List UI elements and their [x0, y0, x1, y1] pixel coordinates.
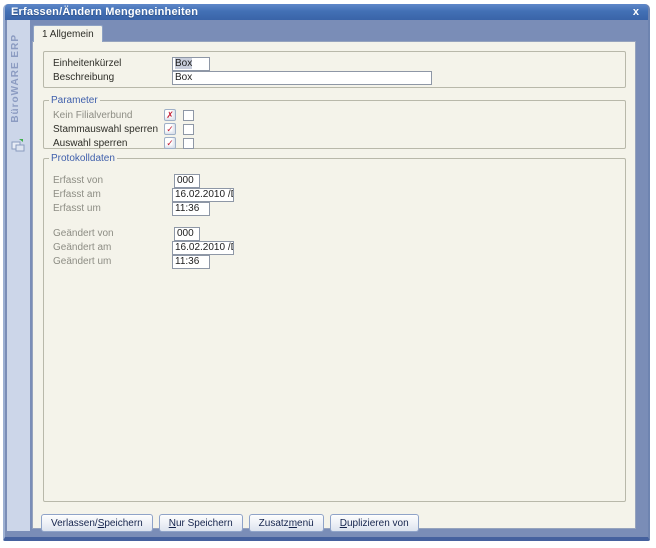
checked-state-icon[interactable]: ✓ [164, 123, 176, 135]
input-text: 16.02.2010 /Di [175, 189, 234, 200]
save-and-exit-button[interactable]: Verlassen/Speichern [41, 514, 153, 532]
close-icon[interactable]: x [630, 6, 642, 18]
created-at-input[interactable]: 11:36 [172, 202, 210, 216]
group-parameter-title: Parameter [49, 95, 100, 106]
input-text: 000 [177, 228, 194, 239]
input-text: Box [175, 72, 192, 83]
unit-code-input[interactable]: Box [172, 57, 210, 71]
crossed-state-icon[interactable]: ✗ [164, 109, 176, 121]
created-on-label: Erfasst am [53, 189, 172, 200]
spacer [44, 216, 625, 227]
param-label: Kein Filialverbund [53, 110, 164, 121]
duplicate-from-button[interactable]: Duplizieren von [330, 514, 419, 532]
selected-text: Box [175, 58, 192, 69]
extra-menu-button[interactable]: Zusatzmenü [249, 514, 324, 532]
field-row: Einheitenkürzel Box [44, 57, 625, 70]
field-row: Beschreibung Box [44, 71, 625, 84]
group-general: Einheitenkürzel Box Beschreibung Box [43, 51, 626, 88]
description-input[interactable]: Box [172, 71, 432, 85]
group-parameter: Parameter Kein Filialverbund ✗ Stammausw… [43, 95, 626, 149]
field-row: Geändert von 000 [44, 227, 625, 240]
desktop: { "window": { "title": "Erfassen/Ändern … [0, 0, 656, 548]
changed-by-input[interactable]: 000 [174, 227, 200, 241]
dialog-window: Erfassen/Ändern Mengeneinheiten x BüroWA… [3, 4, 650, 541]
field-row: Erfasst am 16.02.2010 /Di [44, 188, 625, 201]
created-on-input[interactable]: 16.02.2010 /Di [172, 188, 234, 202]
created-at-label: Erfasst um [53, 203, 172, 214]
cascade-windows-icon[interactable] [11, 138, 25, 152]
field-row: Erfasst um 11:36 [44, 202, 625, 215]
window-title: Erfassen/Ändern Mengeneinheiten [11, 6, 630, 18]
description-label: Beschreibung [53, 72, 172, 83]
checkbox[interactable] [183, 124, 194, 135]
field-row: Geändert um 11:36 [44, 255, 625, 268]
input-text: 000 [177, 175, 194, 186]
input-text: 11:36 [175, 203, 199, 214]
input-text: 11:36 [175, 256, 199, 267]
param-row: Auswahl sperren ✓ [44, 136, 625, 150]
created-by-input[interactable]: 000 [174, 174, 200, 188]
input-text: 16.02.2010 /Di [175, 242, 234, 253]
group-protokoll-title: Protokolldaten [49, 153, 117, 164]
param-label: Auswahl sperren [53, 138, 164, 149]
created-by-label: Erfasst von [53, 175, 172, 186]
unit-code-label: Einheitenkürzel [53, 58, 172, 69]
form-panel: Einheitenkürzel Box Beschreibung Box Par… [32, 41, 636, 529]
group-protokoll: Protokolldaten Erfasst von 000 Erfasst a… [43, 153, 626, 502]
tab-allgemein[interactable]: 1 Allgemein [33, 25, 103, 42]
param-label: Stammauswahl sperren [53, 124, 164, 135]
checkbox[interactable] [183, 138, 194, 149]
param-row: Stammauswahl sperren ✓ [44, 122, 625, 136]
checked-state-icon[interactable]: ✓ [164, 137, 176, 149]
side-rail: BüroWARE ERP [7, 20, 30, 531]
field-row: Erfasst von 000 [44, 174, 625, 187]
title-bar[interactable]: Erfassen/Ändern Mengeneinheiten x [5, 4, 648, 20]
save-only-button[interactable]: Nur Speichern [159, 514, 243, 532]
checkbox[interactable] [183, 110, 194, 121]
changed-at-input[interactable]: 11:36 [172, 255, 210, 269]
changed-at-label: Geändert um [53, 256, 172, 267]
field-row: Geändert am 16.02.2010 /Di [44, 241, 625, 254]
param-row: Kein Filialverbund ✗ [44, 108, 625, 122]
changed-on-input[interactable]: 16.02.2010 /Di [172, 241, 234, 255]
button-bar: Verlassen/Speichern Nur Speichern Zusatz… [41, 514, 635, 532]
changed-by-label: Geändert von [53, 228, 172, 239]
brand-label: BüroWARE ERP [10, 34, 21, 123]
changed-on-label: Geändert am [53, 242, 172, 253]
